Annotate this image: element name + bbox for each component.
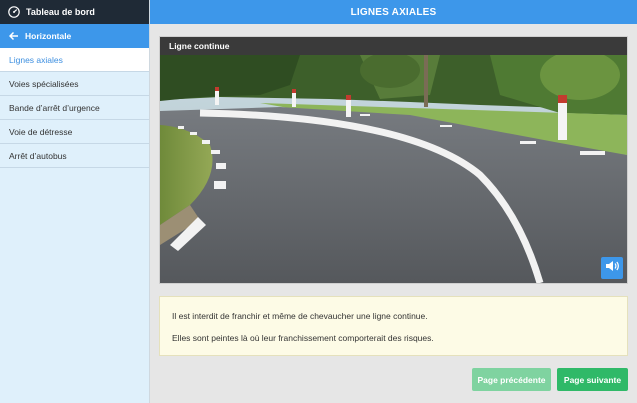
dashboard-label: Tableau de bord bbox=[26, 7, 95, 17]
illustration-card: Ligne continue bbox=[159, 36, 628, 284]
sidebar-item-voies-specialisees[interactable]: Voies spécialisées bbox=[0, 72, 149, 96]
explanation-box: Il est interdit de franchir et même de c… bbox=[159, 296, 628, 356]
sidebar-item-lignes-axiales[interactable]: Lignes axiales bbox=[0, 48, 149, 72]
arrow-left-icon bbox=[9, 31, 19, 41]
card-title: Ligne continue bbox=[160, 37, 627, 55]
back-label: Horizontale bbox=[25, 31, 72, 41]
play-audio-button[interactable] bbox=[601, 257, 623, 279]
page-title: LIGNES AXIALES bbox=[150, 0, 637, 24]
sidebar-item-bande-arret-urgence[interactable]: Bande d’arrêt d’urgence bbox=[0, 96, 149, 120]
sidebar-item-label: Voies spécialisées bbox=[9, 78, 79, 89]
previous-page-button[interactable]: Page précédente bbox=[472, 368, 551, 391]
road-photo bbox=[160, 55, 627, 283]
sidebar-item-label: Arrêt d’autobus bbox=[9, 150, 67, 161]
sidebar-item-label: Voie de détresse bbox=[9, 126, 73, 137]
sidebar-item-arret-autobus[interactable]: Arrêt d’autobus bbox=[0, 144, 149, 168]
explanation-line: Il est interdit de franchir et même de c… bbox=[172, 311, 428, 321]
next-page-button[interactable]: Page suivante bbox=[557, 368, 628, 391]
explanation-line: Elles sont peintes là où leur franchisse… bbox=[172, 333, 434, 343]
dashboard-link[interactable]: Tableau de bord bbox=[0, 0, 149, 24]
sidebar: Tableau de bord Horizontale Lignes axial… bbox=[0, 0, 150, 403]
sidebar-item-label: Lignes axiales bbox=[9, 54, 63, 65]
sidebar-item-voie-detresse[interactable]: Voie de détresse bbox=[0, 120, 149, 144]
back-button[interactable]: Horizontale bbox=[0, 24, 149, 48]
sidebar-item-label: Bande d’arrêt d’urgence bbox=[9, 102, 100, 113]
speaker-icon bbox=[605, 259, 619, 277]
dashboard-icon bbox=[8, 6, 20, 18]
